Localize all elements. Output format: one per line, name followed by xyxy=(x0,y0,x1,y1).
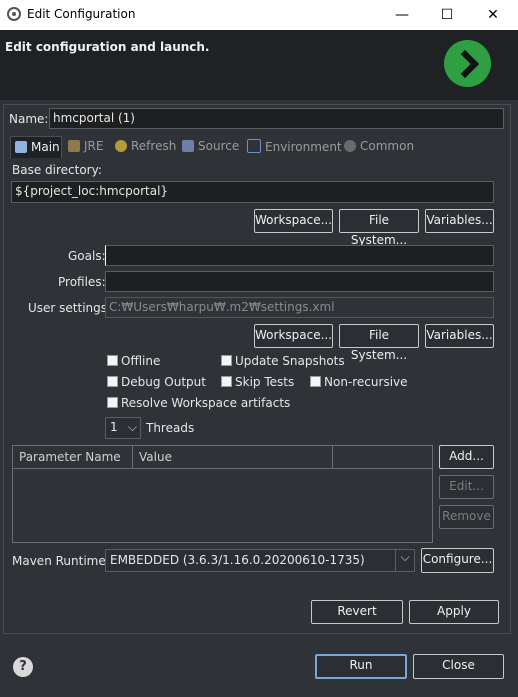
debug-output-checkbox[interactable] xyxy=(107,376,118,387)
name-field[interactable]: hmcportal (1) xyxy=(49,108,504,129)
launch-arrow-icon xyxy=(444,40,491,87)
goals-label: Goals: xyxy=(68,249,106,263)
update-snapshots-label: Update Snapshots xyxy=(235,354,345,368)
revert-button[interactable]: Revert xyxy=(311,600,403,624)
skip-tests-label: Skip Tests xyxy=(235,375,295,389)
edit-parameter-button[interactable]: Edit... xyxy=(439,475,494,499)
threads-select[interactable]: 1 ⌵ xyxy=(105,417,141,439)
remove-parameter-button[interactable]: Remove xyxy=(439,505,494,529)
maven-runtime-label: Maven Runtime: xyxy=(12,554,110,568)
help-icon[interactable]: ? xyxy=(13,657,33,677)
profiles-label: Profiles: xyxy=(58,275,106,289)
parameters-table[interactable]: Parameter Name Value xyxy=(12,445,433,543)
tab-main-label: Main xyxy=(31,140,60,154)
settings-variables-button[interactable]: Variables... xyxy=(425,324,494,348)
maven-runtime-select[interactable]: EMBEDDED (3.6.3/1.16.0.20200610-1735) ⌵ xyxy=(105,549,415,572)
maximize-button[interactable]: ☐ xyxy=(434,4,460,26)
add-parameter-button[interactable]: Add... xyxy=(439,445,494,469)
base-workspace-button[interactable]: Workspace... xyxy=(254,209,333,233)
tab-jre-label: JRE xyxy=(84,139,104,153)
apply-button[interactable]: Apply xyxy=(409,600,499,624)
name-label: Name: xyxy=(9,112,49,126)
chevron-down-icon: ⌵ xyxy=(395,550,414,571)
maven-runtime-value: EMBEDDED (3.6.3/1.16.0.20200610-1735) xyxy=(110,553,365,567)
gear-icon xyxy=(344,140,356,152)
column-value[interactable]: Value xyxy=(139,450,172,464)
offline-label: Offline xyxy=(121,354,161,368)
window-title: Edit Configuration xyxy=(27,7,136,21)
close-window-button[interactable]: ✕ xyxy=(480,4,506,26)
chevron-down-icon: ⌵ xyxy=(127,420,137,434)
profiles-field[interactable] xyxy=(105,271,494,292)
threads-value: 1 xyxy=(110,420,118,434)
base-variables-button[interactable]: Variables... xyxy=(425,209,494,233)
table-header: Parameter Name Value xyxy=(13,446,432,469)
minimize-button[interactable]: — xyxy=(389,4,415,26)
goals-field[interactable] xyxy=(105,245,494,266)
dialog-header: Edit configuration and launch. xyxy=(0,30,518,100)
eclipse-app-icon xyxy=(7,7,21,21)
close-button[interactable]: Close xyxy=(413,654,504,679)
user-settings-label: User settings: xyxy=(28,301,112,315)
main-tab-icon xyxy=(15,141,27,153)
tab-common-label: Common xyxy=(360,139,415,153)
non-recursive-label: Non-recursive xyxy=(324,375,408,389)
debug-output-label: Debug Output xyxy=(121,375,206,389)
base-filesystem-button[interactable]: File System... xyxy=(339,209,419,247)
tab-environment-label: Environment xyxy=(265,140,342,154)
tab-source-label: Source xyxy=(198,139,240,153)
tab-environment[interactable]: Environment xyxy=(247,139,342,154)
base-directory-field[interactable]: ${project_loc:hmcportal} xyxy=(11,181,494,203)
tab-refresh-label: Refresh xyxy=(131,139,177,153)
tab-main[interactable]: Main xyxy=(10,136,62,158)
source-icon xyxy=(182,140,194,152)
tab-common[interactable]: Common xyxy=(344,139,414,153)
tab-jre[interactable]: JRE xyxy=(68,139,103,153)
settings-workspace-button[interactable]: Workspace... xyxy=(254,324,333,348)
jre-icon xyxy=(68,140,80,152)
column-parameter-name[interactable]: Parameter Name xyxy=(19,450,121,464)
offline-checkbox[interactable] xyxy=(107,355,118,366)
skip-tests-checkbox[interactable] xyxy=(221,376,232,387)
update-snapshots-checkbox[interactable] xyxy=(221,355,232,366)
tab-source[interactable]: Source xyxy=(182,139,239,153)
window-titlebar: Edit Configuration — ☐ ✕ xyxy=(0,0,518,30)
resolve-workspace-label: Resolve Workspace artifacts xyxy=(121,396,291,410)
configure-button[interactable]: Configure... xyxy=(421,548,494,573)
header-title: Edit configuration and launch. xyxy=(5,40,210,54)
resolve-workspace-checkbox[interactable] xyxy=(107,397,118,408)
base-directory-label: Base directory: xyxy=(12,163,102,177)
refresh-icon xyxy=(115,140,127,152)
run-button[interactable]: Run xyxy=(315,654,407,679)
settings-filesystem-button[interactable]: File System... xyxy=(339,324,419,362)
threads-label: Threads xyxy=(146,421,195,435)
non-recursive-checkbox[interactable] xyxy=(310,376,321,387)
user-settings-field[interactable]: C:₩Users₩harpu₩.m2₩settings.xml xyxy=(105,297,494,318)
tab-refresh[interactable]: Refresh xyxy=(115,139,176,153)
environment-icon xyxy=(247,139,261,153)
